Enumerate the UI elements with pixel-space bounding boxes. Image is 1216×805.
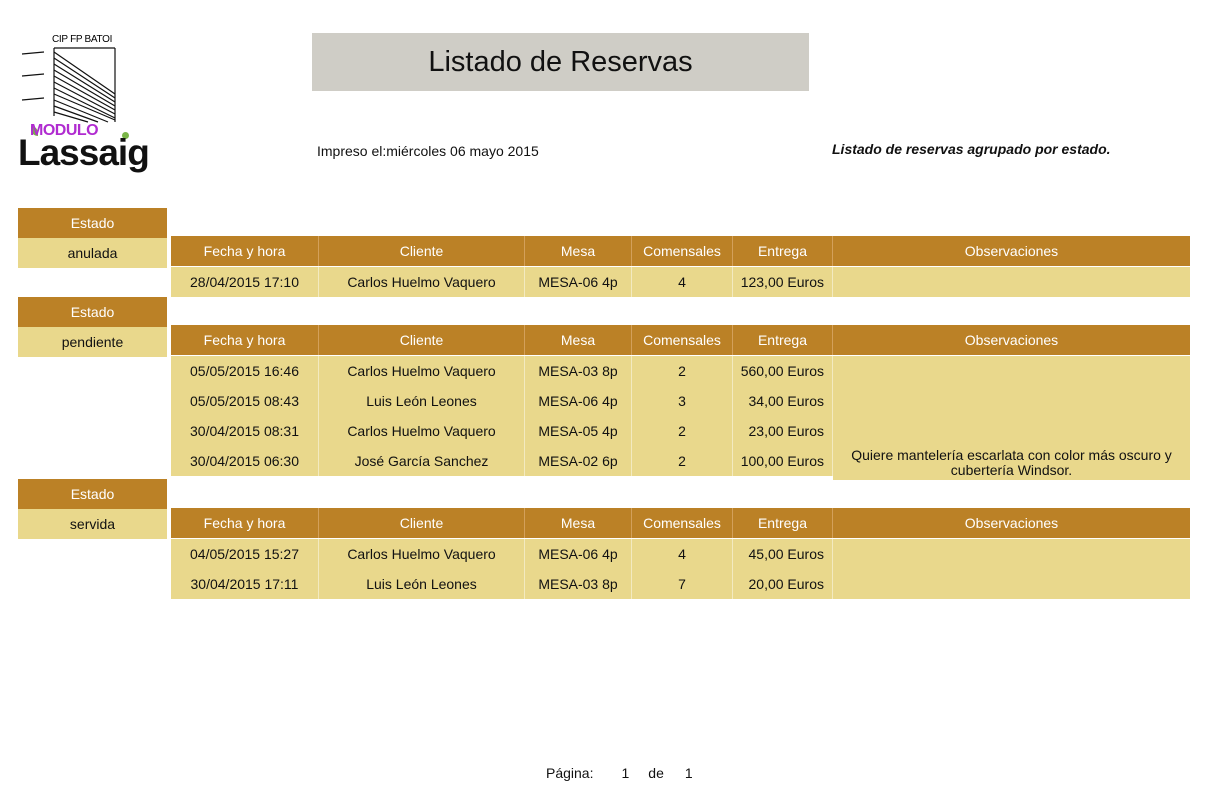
page-number: 1 [621, 765, 630, 781]
table-row: 30/04/2015 08:31 Carlos Huelmo Vaquero M… [171, 416, 1190, 446]
cell-fecha: 30/04/2015 08:31 [171, 416, 319, 446]
cell-comensales: 2 [632, 446, 733, 476]
col-header: Mesa [525, 236, 632, 266]
cell-mesa: MESA-02 6p [525, 446, 632, 476]
col-header: Observaciones [964, 514, 1059, 531]
page-total: 1 [684, 765, 693, 781]
table-header-row: Fecha y hora Cliente Mesa Comensales Ent… [171, 325, 1190, 355]
cell-observaciones [833, 356, 1190, 386]
cell-comensales: 3 [632, 386, 733, 416]
table-row: 04/05/2015 15:27 Carlos Huelmo Vaquero M… [171, 539, 1190, 569]
page-label: Página: [546, 765, 594, 781]
col-header: Cliente [319, 236, 525, 266]
col-header: Cliente [319, 508, 525, 538]
cell-cliente: Carlos Huelmo Vaquero [319, 356, 525, 386]
report-description: Listado de reservas agrupado por estado. [832, 141, 1111, 157]
reservas-table: Fecha y hora Cliente Mesa Comensales Ent… [171, 325, 1190, 480]
col-header: Comensales [632, 325, 733, 355]
cell-mesa: MESA-06 4p [525, 386, 632, 416]
cell-cliente: Luis León Leones [319, 569, 525, 599]
table-row: 30/04/2015 06:30 José García Sanchez MES… [171, 446, 1190, 480]
col-header: Observaciones [964, 242, 1059, 259]
estado-header: Estado [18, 479, 167, 509]
printed-date: Impreso el:miércoles 06 mayo 2015 [317, 143, 539, 159]
cell-fecha: 04/05/2015 15:27 [171, 539, 319, 569]
cell-fecha: 05/05/2015 08:43 [171, 386, 319, 416]
cell-comensales: 7 [632, 569, 733, 599]
table-row: 30/04/2015 17:11 Luis León Leones MESA-0… [171, 569, 1190, 599]
cell-comensales: 2 [632, 356, 733, 386]
cell-entrega: 20,00 Euros [733, 569, 833, 599]
cell-entrega: 23,00 Euros [733, 416, 833, 446]
reservas-table: Fecha y hora Cliente Mesa Comensales Ent… [171, 236, 1190, 297]
reservas-table: Fecha y hora Cliente Mesa Comensales Ent… [171, 508, 1190, 599]
cell-cliente: Carlos Huelmo Vaquero [319, 539, 525, 569]
cell-cliente: Carlos Huelmo Vaquero [319, 416, 525, 446]
logo-top-text: CIP FP BATOI [52, 34, 113, 45]
cell-comensales: 4 [632, 267, 733, 297]
estado-value: pendiente [18, 327, 167, 357]
report-title: Listado de Reservas [312, 33, 809, 91]
col-header: Entrega [733, 325, 833, 355]
cell-mesa: MESA-03 8p [525, 356, 632, 386]
col-header: Entrega [733, 508, 833, 538]
estado-header: Estado [18, 297, 167, 327]
cell-observaciones: Quiere mantelería escarlata con color má… [833, 446, 1190, 480]
cell-observaciones [833, 569, 1190, 599]
cell-fecha: 30/04/2015 06:30 [171, 446, 319, 476]
col-header: Comensales [632, 236, 733, 266]
cell-comensales: 4 [632, 539, 733, 569]
cell-mesa: MESA-06 4p [525, 539, 632, 569]
table-header-row: Fecha y hora Cliente Mesa Comensales Ent… [171, 236, 1190, 266]
cell-observaciones [833, 267, 1190, 297]
cell-entrega: 100,00 Euros [733, 446, 833, 476]
estado-value: servida [18, 509, 167, 539]
cell-cliente: Luis León Leones [319, 386, 525, 416]
cell-cliente: José García Sanchez [319, 446, 525, 476]
col-header: Entrega [733, 236, 833, 266]
cell-mesa: MESA-03 8p [525, 569, 632, 599]
cell-entrega: 45,00 Euros [733, 539, 833, 569]
cell-comensales: 2 [632, 416, 733, 446]
estado-header: Estado [18, 208, 167, 238]
table-row: 05/05/2015 08:43 Luis León Leones MESA-0… [171, 386, 1190, 416]
cell-entrega: 123,00 Euros [733, 267, 833, 297]
cell-fecha: 28/04/2015 17:10 [171, 267, 319, 297]
cell-observaciones [833, 539, 1190, 569]
logo-brand: Lassaig [18, 132, 150, 173]
cell-entrega: 560,00 Euros [733, 356, 833, 386]
col-header: Mesa [525, 325, 632, 355]
col-header: Fecha y hora [171, 236, 319, 266]
cell-mesa: MESA-05 4p [525, 416, 632, 446]
col-header: Fecha y hora [171, 325, 319, 355]
cell-fecha: 30/04/2015 17:11 [171, 569, 319, 599]
cell-fecha: 05/05/2015 16:46 [171, 356, 319, 386]
cell-observaciones [833, 416, 1190, 446]
col-header: Comensales [632, 508, 733, 538]
col-header: Observaciones [964, 331, 1059, 348]
logo: CIP FP BATOI MODULO Lassaig [18, 34, 150, 176]
cell-mesa: MESA-06 4p [525, 267, 632, 297]
page-footer: Página: 1 de 1 [546, 765, 693, 781]
cell-observaciones [833, 386, 1190, 416]
page-of-label: de [648, 765, 664, 781]
estado-value: anulada [18, 238, 167, 268]
table-row: 28/04/2015 17:10 Carlos Huelmo Vaquero M… [171, 267, 1190, 297]
cell-entrega: 34,00 Euros [733, 386, 833, 416]
table-row: 05/05/2015 16:46 Carlos Huelmo Vaquero M… [171, 356, 1190, 386]
col-header: Cliente [319, 325, 525, 355]
col-header: Fecha y hora [171, 508, 319, 538]
table-header-row: Fecha y hora Cliente Mesa Comensales Ent… [171, 508, 1190, 538]
col-header: Mesa [525, 508, 632, 538]
cell-cliente: Carlos Huelmo Vaquero [319, 267, 525, 297]
